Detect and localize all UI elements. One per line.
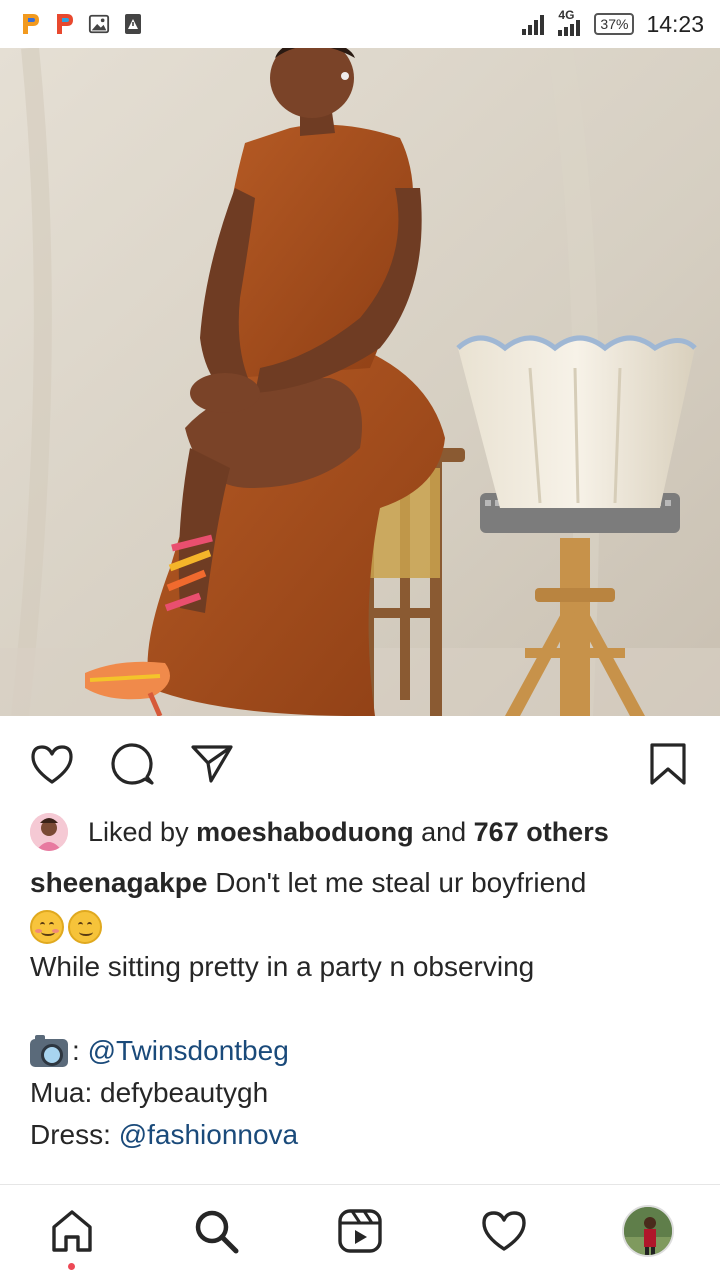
nav-profile[interactable] <box>622 1205 674 1257</box>
liker-avatar <box>30 813 68 851</box>
mua-label: Mua: <box>30 1077 101 1108</box>
dress-mention[interactable]: @fashionnova <box>119 1119 298 1150</box>
avatar-image <box>624 1207 672 1255</box>
signal-icon <box>522 15 545 35</box>
profile-avatar <box>622 1205 674 1257</box>
post-caption: sheenagakpe Don't let me steal ur boyfri… <box>30 862 700 1156</box>
send-icon <box>191 745 233 783</box>
warning-icon <box>125 14 141 34</box>
signal-icon <box>558 20 581 36</box>
caption-credit-line: : @Twinsdontbeg <box>30 1030 700 1072</box>
home-icon <box>52 1210 92 1252</box>
comment-icon <box>111 743 154 785</box>
dress-label: Dress: <box>30 1119 119 1150</box>
status-bar: 4G 37% 14:23 <box>0 0 720 48</box>
caption-line: sheenagakpe Don't let me steal ur boyfri… <box>30 862 700 904</box>
likes-count[interactable]: 767 others <box>474 817 609 848</box>
share-button[interactable] <box>188 740 236 788</box>
photographer-mention[interactable]: @Twinsdontbeg <box>88 1035 289 1066</box>
smiling-face-icon <box>30 909 64 944</box>
clock: 14:23 <box>646 10 704 37</box>
bookmark-icon <box>650 743 686 785</box>
post-image[interactable] <box>0 48 720 716</box>
nav-activity[interactable] <box>478 1205 530 1257</box>
nav-search[interactable] <box>190 1205 242 1257</box>
heart-icon <box>482 1211 526 1251</box>
camera-icon <box>30 1034 68 1067</box>
post-photo <box>0 48 720 716</box>
status-system: 4G 37% 14:23 <box>522 8 704 38</box>
save-button[interactable] <box>644 740 692 788</box>
network-indicator: 4G <box>556 8 586 36</box>
nav-reels[interactable] <box>334 1205 386 1257</box>
mua-value: defybeautygh <box>100 1077 269 1108</box>
comment-button[interactable] <box>108 740 156 788</box>
likes-middle: and <box>413 816 474 847</box>
caption-mua-line: Mua: defybeautygh <box>30 1072 700 1114</box>
app-notification-icon <box>57 14 73 34</box>
likes-prefix: Liked by <box>88 816 189 847</box>
credit-separator: : <box>72 1035 88 1066</box>
avatar-image <box>30 813 68 851</box>
like-button[interactable] <box>28 740 76 788</box>
bottom-navigation <box>0 1184 720 1280</box>
liker-username[interactable]: moeshaboduong <box>196 817 414 848</box>
heart-icon <box>31 745 73 784</box>
caption-text-line: While sitting pretty in a party n observ… <box>30 951 535 982</box>
nav-home[interactable] <box>46 1205 98 1257</box>
caption-text: Don't let me steal ur boyfriend <box>207 867 587 898</box>
slight-smile-icon <box>68 909 102 944</box>
app-notification-icon <box>23 14 39 34</box>
caption-emojis <box>30 904 700 946</box>
status-notifications <box>20 12 144 36</box>
image-icon <box>88 14 110 34</box>
notification-dot <box>68 1263 75 1270</box>
caption-dress-line: Dress: @fashionnova <box>30 1114 700 1156</box>
battery-indicator: 37% <box>594 13 635 35</box>
reels-icon <box>338 1209 382 1253</box>
likes-summary[interactable]: Liked by moeshaboduong and 767 others <box>30 812 609 852</box>
caption-author[interactable]: sheenagakpe <box>30 867 207 898</box>
post-actions <box>0 716 720 808</box>
search-icon <box>195 1210 239 1254</box>
